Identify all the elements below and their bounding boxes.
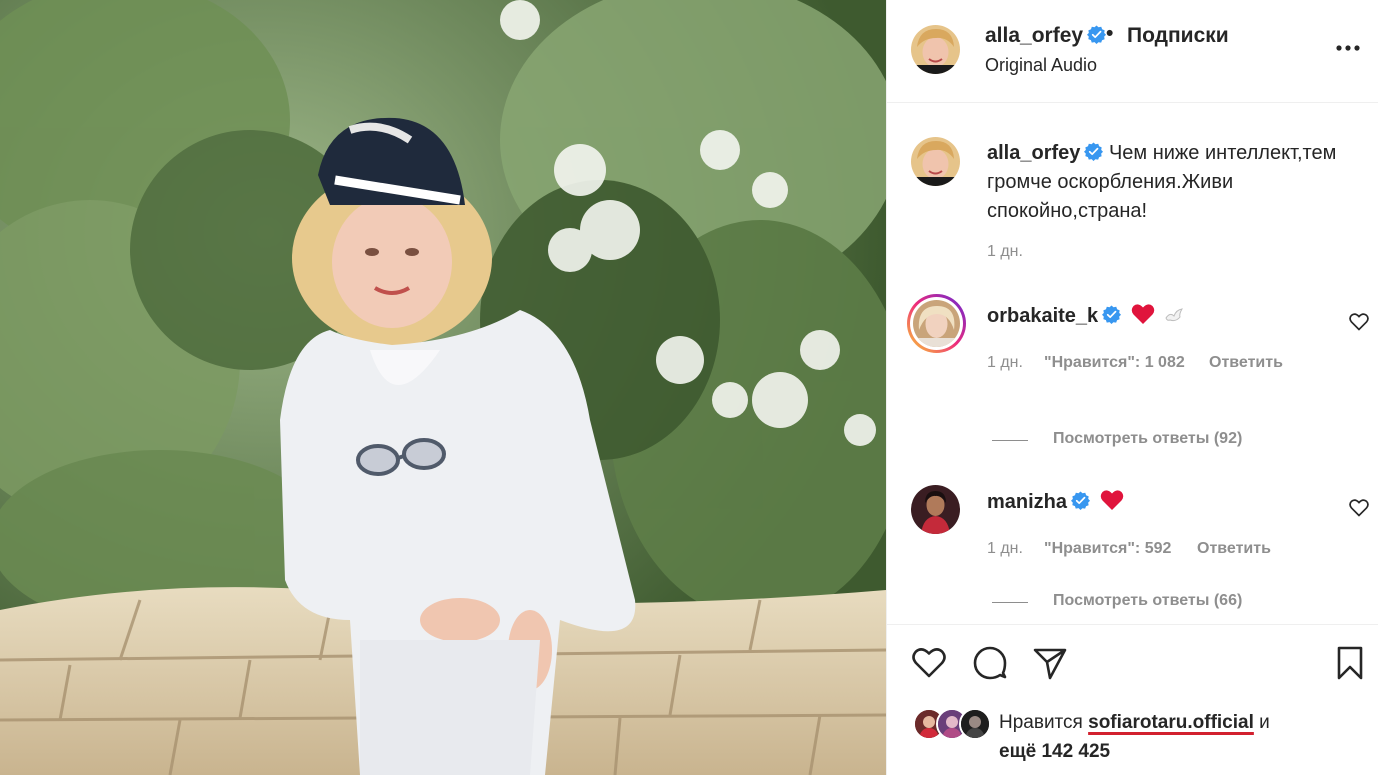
original-audio-link[interactable]: Original Audio (985, 55, 1097, 76)
likes-prefix: Нравится (999, 712, 1083, 733)
comment-username: orbakaite_k (987, 303, 1184, 328)
verified-badge-icon (1102, 305, 1122, 324)
more-options-icon[interactable] (1335, 37, 1361, 59)
comment-like-icon[interactable] (1349, 498, 1369, 518)
view-replies-button[interactable]: Посмотреть ответы (66) (1053, 592, 1242, 610)
likes-conjunction: и (1259, 712, 1270, 733)
comment-likes-count[interactable]: "Нравится": 1 082 (1044, 354, 1185, 372)
liker-avatar[interactable] (959, 708, 991, 740)
comment-avatar[interactable] (907, 294, 966, 353)
likes-summary: Нравится sofiarotaru.official и ещё 142 … (999, 708, 1359, 766)
post-photo (0, 0, 886, 775)
caption-timestamp[interactable]: 1 дн. (987, 243, 1023, 261)
post-side-panel: alla_orfey • Подписки Original Audio all… (886, 0, 1378, 775)
following-button[interactable]: Подписки (1127, 24, 1229, 48)
comment-timestamp[interactable]: 1 дн. (987, 540, 1023, 558)
verified-badge-icon (1087, 25, 1107, 44)
post-header: alla_orfey • Подписки Original Audio (887, 0, 1378, 103)
reply-button[interactable]: Ответить (1197, 540, 1271, 558)
verified-badge-icon (1071, 491, 1091, 510)
comment-username-text[interactable]: orbakaite_k (987, 305, 1098, 327)
share-icon[interactable] (1032, 645, 1068, 681)
comment-likes-count[interactable]: "Нравится": 592 (1044, 540, 1171, 558)
author-username[interactable]: alla_orfey (985, 24, 1107, 48)
caption-username[interactable]: alla_orfey (987, 142, 1080, 164)
dove-icon (1165, 308, 1184, 322)
bookmark-icon[interactable] (1332, 645, 1368, 681)
comment-likes-label[interactable]: "Нравится": 1 082 (1044, 354, 1185, 371)
comment-username: manizha (987, 489, 1124, 514)
heart-icon[interactable] (911, 645, 947, 681)
verified-badge-icon (1084, 142, 1104, 161)
post-media[interactable] (0, 0, 886, 775)
comment-username-text[interactable]: manizha (987, 491, 1067, 513)
likes-others-count[interactable]: ещё 142 425 (999, 741, 1110, 762)
view-replies-button[interactable]: Посмотреть ответы (92) (1053, 430, 1242, 448)
header-separator: • (1106, 22, 1114, 45)
comment-likes-label[interactable]: "Нравится": 592 (1044, 540, 1171, 557)
author-avatar[interactable] (911, 25, 960, 74)
red-heart-icon (1100, 490, 1123, 510)
comment-timestamp[interactable]: 1 дн. (987, 354, 1023, 372)
comment-icon[interactable] (972, 645, 1008, 681)
comment-avatar[interactable] (911, 485, 960, 534)
liker-username[interactable]: sofiarotaru.official (1088, 712, 1254, 733)
post-caption: alla_orfey Чем ниже интеллект,тем громче… (987, 139, 1357, 226)
author-username-text[interactable]: alla_orfey (985, 24, 1083, 47)
comment-like-icon[interactable] (1349, 312, 1369, 332)
replies-divider (992, 440, 1028, 441)
replies-divider (992, 602, 1028, 603)
reply-button[interactable]: Ответить (1209, 354, 1283, 372)
caption-author-avatar[interactable] (911, 137, 960, 186)
red-heart-icon (1131, 304, 1154, 324)
